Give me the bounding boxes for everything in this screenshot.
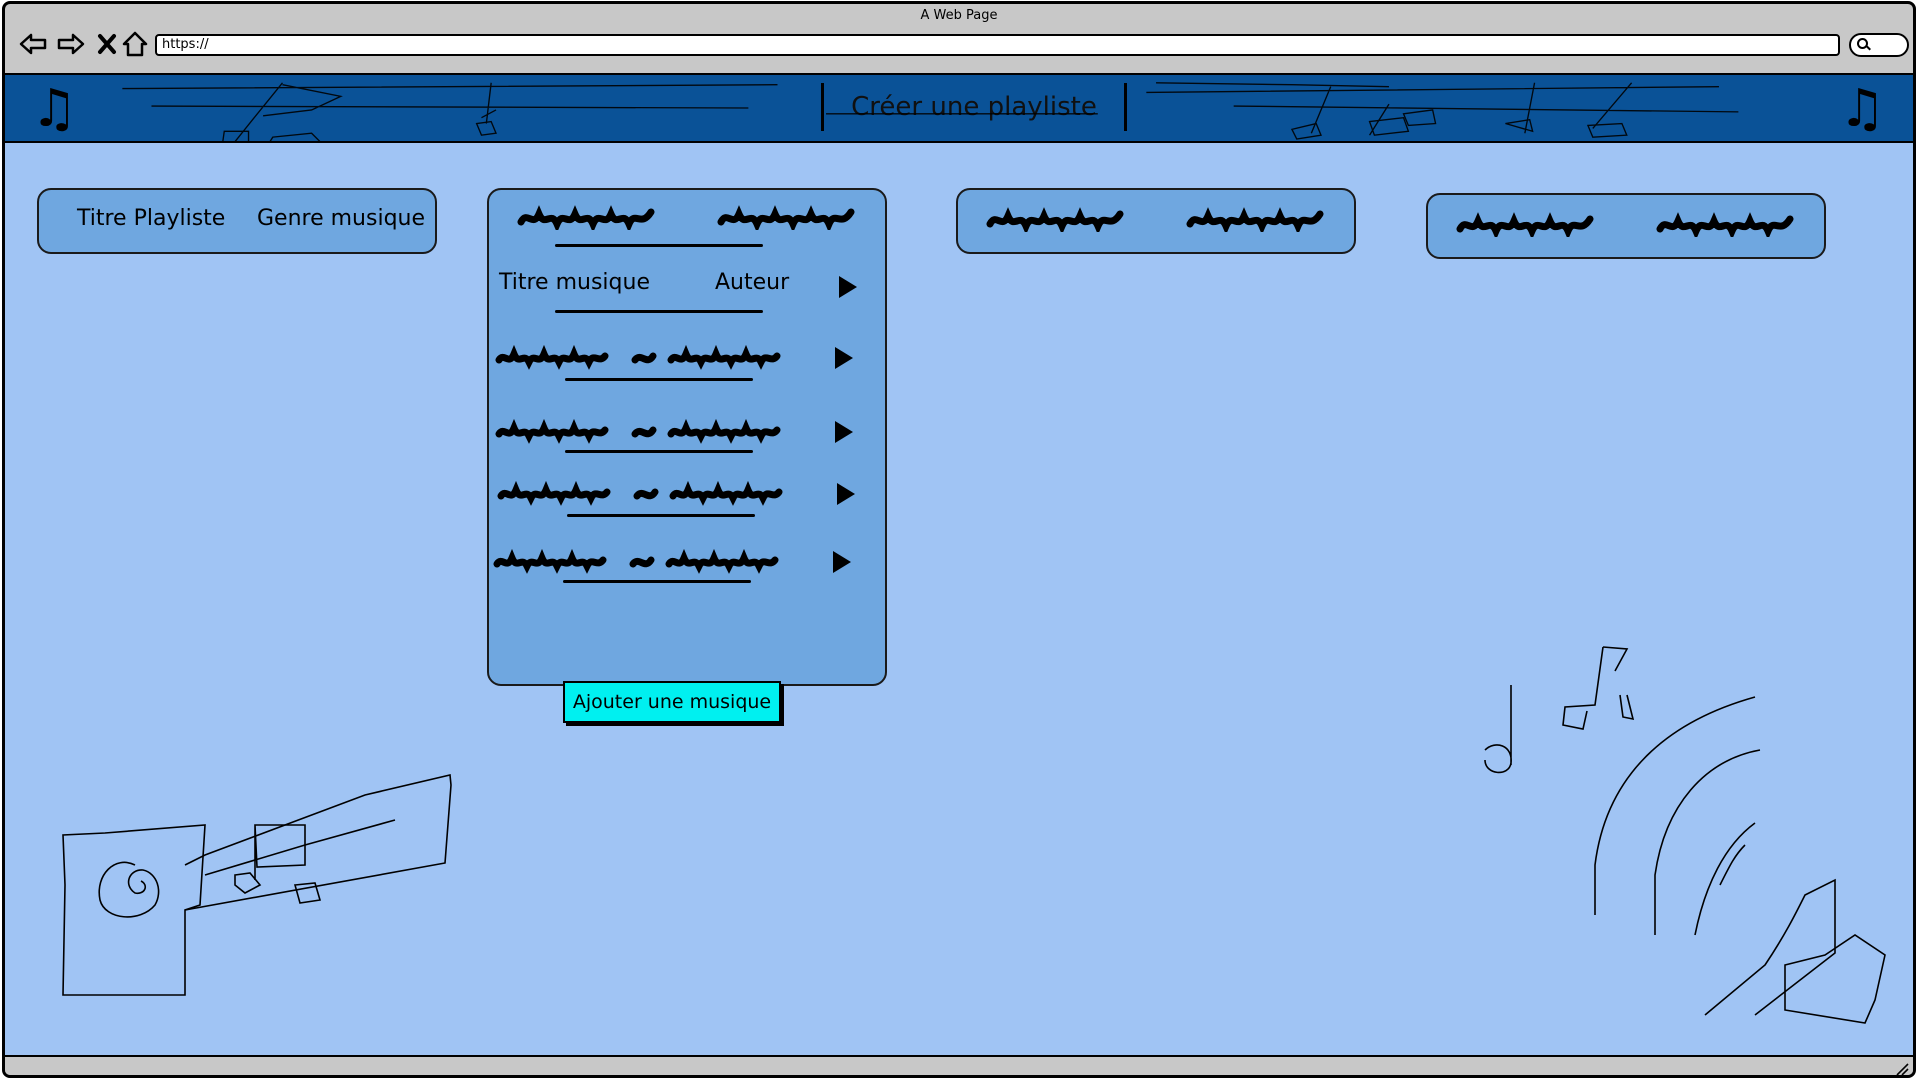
address-bar[interactable]: https:// (155, 34, 1840, 56)
music-note-icon: ♫ (31, 79, 78, 139)
resize-grip-icon[interactable] (1895, 1062, 1909, 1076)
music-note-icon: ♫ (1839, 79, 1886, 139)
track-row[interactable] (489, 340, 885, 381)
music-author-label: Auteur (715, 270, 790, 295)
redacted-text (495, 418, 781, 444)
note-soundwave-doodle (1484, 646, 1886, 1024)
playlist-detail-card: Titre musique Auteur (487, 188, 887, 686)
track-row[interactable] (489, 476, 885, 517)
play-icon[interactable] (839, 276, 857, 298)
redacted-text (717, 205, 855, 230)
window-title: A Web Page (920, 8, 998, 23)
divider (565, 450, 753, 453)
browser-window: A Web Page https:// ♫ Créer une playlist… (2, 1, 1916, 1078)
redacted-text (495, 344, 781, 370)
redacted-text (493, 548, 779, 574)
home-icon[interactable] (119, 28, 151, 60)
browser-toolbar: https:// (5, 28, 1913, 74)
play-icon[interactable] (833, 551, 851, 573)
speaker-notes-doodle (62, 774, 452, 996)
divider (567, 514, 755, 517)
redacted-text (1456, 212, 1594, 237)
redacted-text (986, 207, 1124, 232)
search-icon (1857, 38, 1868, 49)
playlist-card[interactable] (1426, 193, 1826, 259)
add-music-button[interactable]: Ajouter une musique (563, 681, 781, 723)
redacted-text (1186, 207, 1324, 232)
track-row[interactable] (489, 414, 885, 454)
music-title-label: Titre musique (499, 270, 650, 295)
divider (555, 244, 763, 247)
redacted-text (1656, 212, 1794, 237)
play-icon[interactable] (835, 421, 853, 443)
forward-arrow-icon[interactable] (55, 28, 87, 60)
page-title: Créer une playliste (821, 83, 1127, 131)
redacted-text (517, 205, 655, 230)
play-icon[interactable] (837, 483, 855, 505)
status-bar (5, 1057, 1913, 1076)
playlist-genre-label: Genre musique (257, 206, 426, 231)
divider (555, 310, 763, 313)
app-header: ♫ Créer une playliste ♫ (5, 75, 1913, 143)
divider (565, 378, 753, 381)
back-arrow-icon[interactable] (17, 28, 49, 60)
divider (563, 580, 751, 583)
redacted-text (497, 480, 783, 506)
playlist-card[interactable] (956, 188, 1356, 254)
playlist-card[interactable]: Titre Playliste Genre musique (37, 188, 437, 254)
play-icon[interactable] (835, 347, 853, 369)
playlist-title-label: Titre Playliste (77, 206, 226, 231)
track-row[interactable] (489, 544, 885, 584)
browser-search-field[interactable] (1849, 33, 1909, 57)
page-content: ♫ Créer une playliste ♫ Titre Playliste … (5, 73, 1913, 1057)
